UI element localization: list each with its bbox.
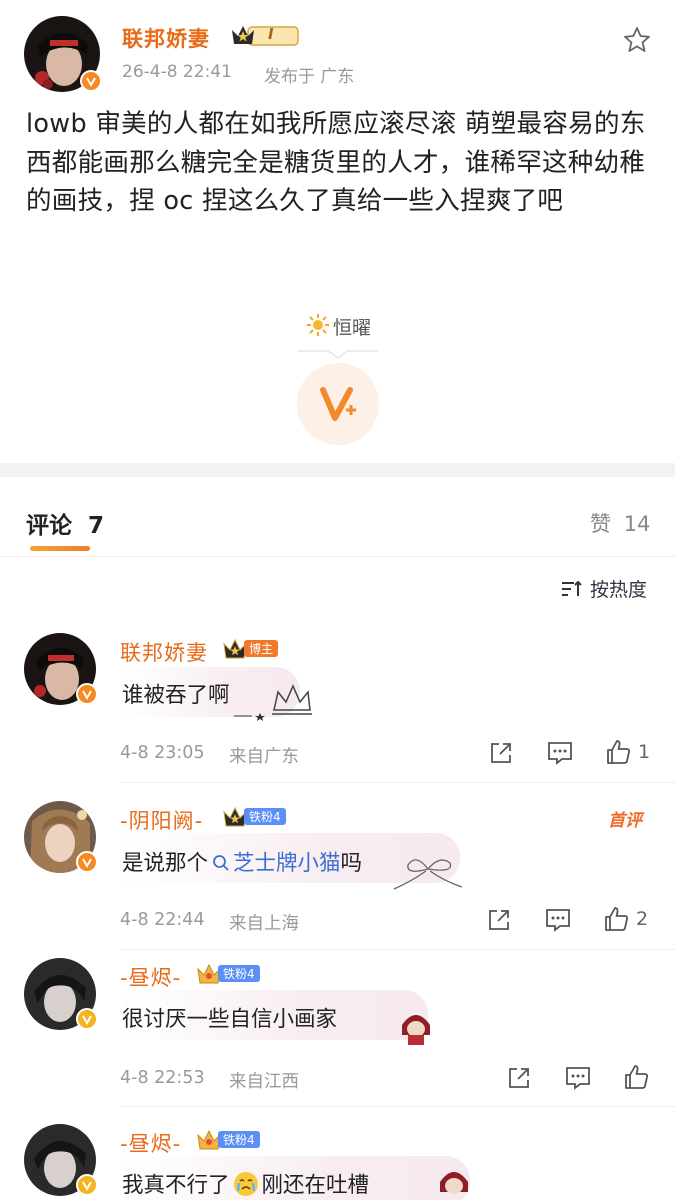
comment-text: 很讨厌一些自信小画家 [122,1007,338,1032]
crown-sticker [230,680,312,722]
search-link[interactable]: 芝士牌小猫 [208,851,341,876]
comment-author-name[interactable]: -昼烬- [120,962,181,992]
search-link-text: 芝士牌小猫 [233,851,341,876]
reply-button[interactable] [546,740,574,766]
comment-author-name[interactable]: -昼烬- [120,1128,181,1158]
post-text: lowb 审美的人都在如我所愿应滚尽滚 萌塑最容易的东西都能画那么糖完全是糖货里… [26,109,646,216]
like-count: 2 [636,908,649,930]
share-button[interactable] [488,740,514,766]
verified-badge-icon [76,851,98,873]
header-separator [0,556,675,557]
tab-comments-label: 评论 [26,513,72,539]
comment-location: 来自广东 [229,747,299,767]
comment-datetime: 4-8 23:05 [120,743,205,763]
reply-button[interactable] [564,1065,592,1091]
sort-button[interactable]: 按热度 [560,575,647,602]
like-button[interactable] [622,1063,650,1091]
fan-level-badge: 铁粉4 [196,1129,260,1150]
tab-likes[interactable]: 赞 14 [590,508,650,538]
comment-location: 来自江西 [229,1072,299,1092]
comment-icon [566,1067,590,1090]
crying-emoji-icon [233,1172,258,1196]
tab-comments[interactable]: 评论 7 [26,506,104,540]
sort-label: 按热度 [590,579,648,601]
comment-avatar[interactable] [24,958,98,1030]
reply-button[interactable] [544,907,572,933]
fan-tag: 铁粉4 [218,1130,260,1148]
star-outline-icon[interactable] [622,25,652,55]
first-comment-label: 首评 [608,811,642,831]
verified-badge-icon [76,683,98,705]
verified-badge-icon [76,1008,98,1030]
verified-badge-icon [76,1174,98,1196]
comment-text: 我真不行了 刚还在吐槽 [122,1168,369,1199]
share-icon [509,1068,529,1088]
v-plus-icon[interactable] [296,362,380,446]
section-divider [0,463,675,477]
tab-underline [30,546,90,551]
comment-text-before: 我真不行了 [122,1173,230,1198]
fan-tag: 铁粉4 [218,964,260,982]
comment-icon [546,909,570,932]
comment-text-after: 吗 [340,851,363,876]
share-button[interactable] [506,1065,532,1091]
girl-sticker [396,1005,436,1049]
girl-sticker [434,1162,474,1200]
level-badge[interactable]: I [230,22,300,48]
comment-avatar[interactable] [24,1124,98,1196]
comment-avatar[interactable] [24,801,98,873]
level-badge-text: I [268,25,274,43]
post-datetime: 26-4-8 22:41 [122,62,232,82]
comment-text-after: 刚还在吐槽 [261,1173,370,1198]
tab-likes-count: 14 [623,512,651,536]
fan-level-badge: 铁粉4 [222,806,286,827]
ribbon-sticker [388,851,468,893]
comment-icon [548,742,572,765]
comment-author-name[interactable]: -阴阳阙- [120,805,203,835]
comment-avatar[interactable] [24,633,98,705]
comment-separator [120,1106,675,1107]
blogger-badge: 博主 [222,638,279,659]
verified-badge-icon [80,70,102,92]
like-button[interactable]: 2 [602,905,648,933]
blogger-tag: 博主 [244,639,279,657]
sort-icon [562,580,582,596]
tab-comments-count: 7 [88,513,105,539]
comment-separator [120,782,675,783]
thumb-up-icon [607,740,630,764]
thumb-up-icon [625,1065,648,1089]
fan-tag: 铁粉4 [244,807,286,825]
sun-icon [306,313,330,337]
comment-text: 是说那个 芝士牌小猫吗 [122,846,362,877]
search-icon [213,855,229,871]
post-location: 发布于 广东 [264,67,355,87]
comment-text: 谁被吞了啊 [122,683,230,708]
comment-datetime: 4-8 22:44 [120,910,205,930]
comment-separator [120,949,675,950]
post-author-name[interactable]: 联邦娇妻 [122,23,210,53]
weather-label: 恒曜 [333,317,372,339]
comment-datetime: 4-8 22:53 [120,1068,205,1088]
share-icon [491,743,511,763]
like-button[interactable]: 1 [604,738,650,766]
like-count: 1 [638,741,651,763]
comment-location: 来自上海 [229,914,299,934]
fan-level-badge: 铁粉4 [196,963,260,984]
tab-likes-label: 赞 [590,512,611,536]
comment-text-before: 是说那个 [122,851,209,876]
thumb-up-icon [605,907,628,931]
post-author-avatar[interactable] [24,16,102,92]
weather-arrow [298,344,378,359]
share-button[interactable] [486,907,512,933]
share-icon [489,910,509,930]
comment-author-name[interactable]: 联邦娇妻 [120,637,208,667]
